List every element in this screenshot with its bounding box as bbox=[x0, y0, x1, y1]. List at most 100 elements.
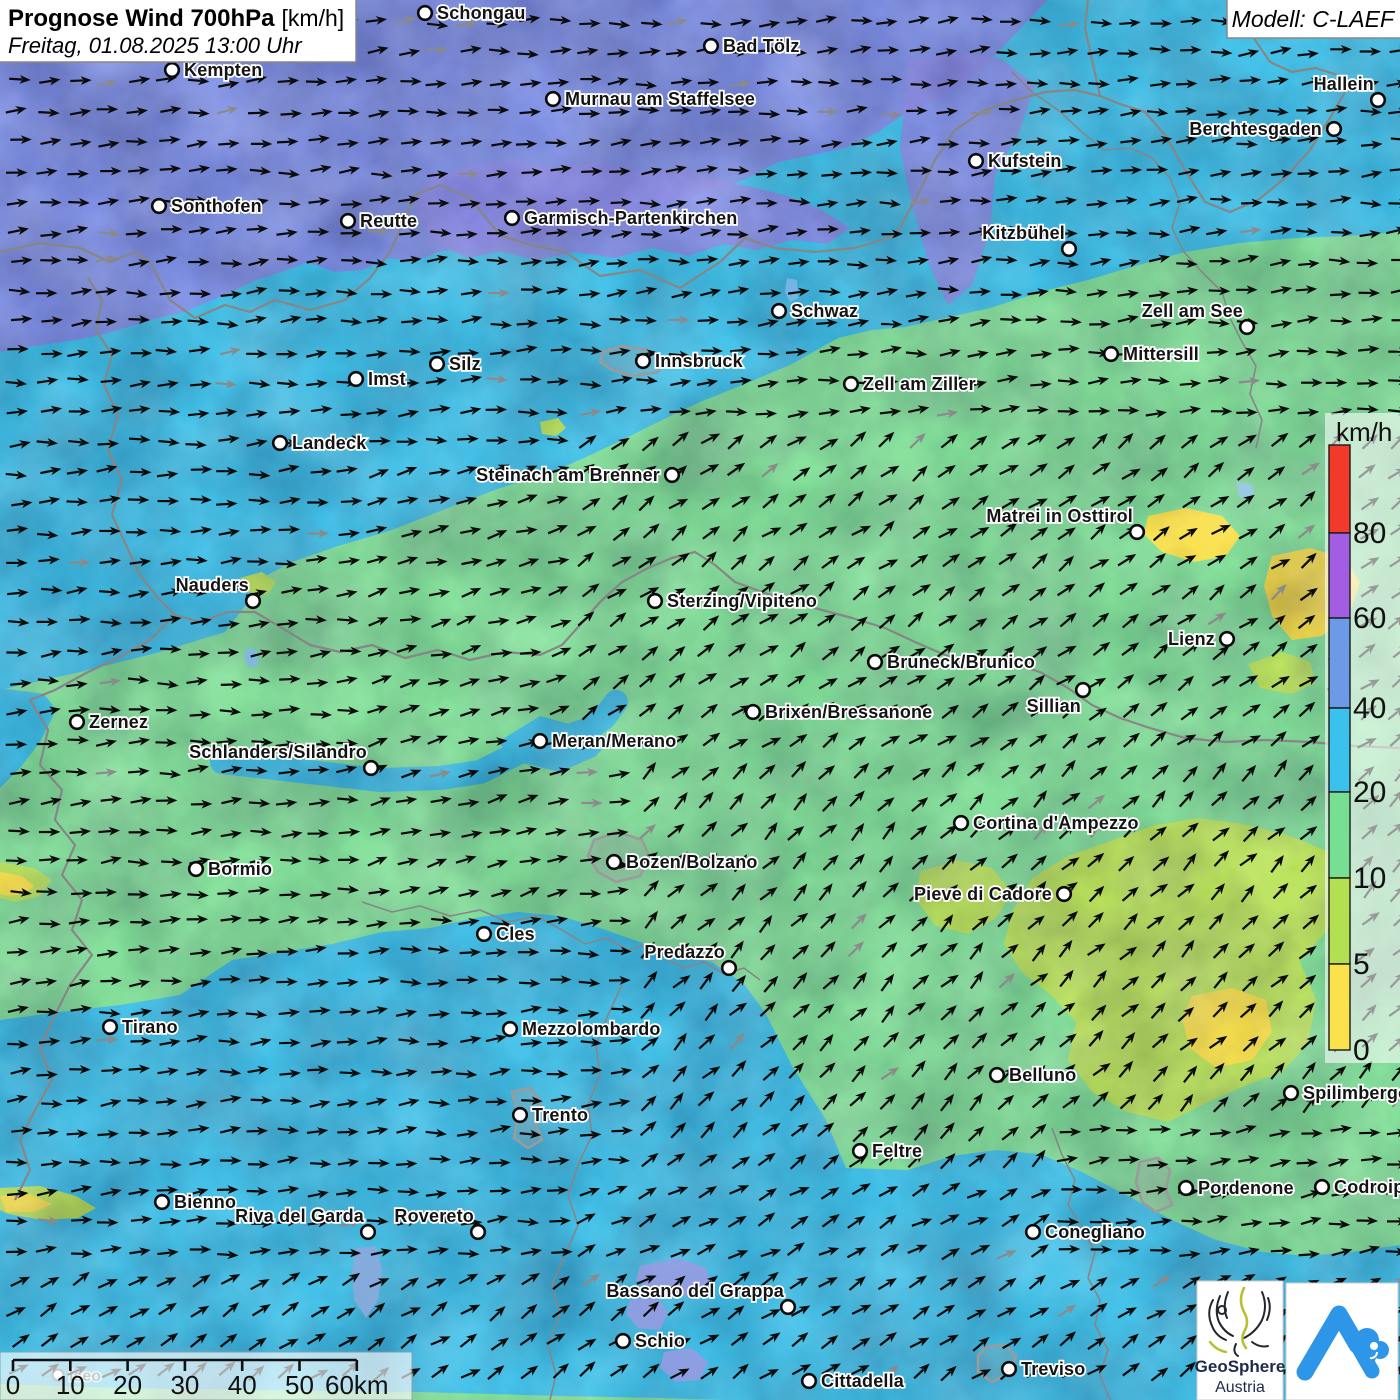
city-marker bbox=[746, 705, 760, 719]
city-marker bbox=[1057, 887, 1071, 901]
legend-segment-40 bbox=[1329, 618, 1350, 708]
city-marker bbox=[772, 304, 786, 318]
city-label: Bienno bbox=[174, 1192, 236, 1212]
city-label: Zernez bbox=[89, 712, 148, 732]
geosphere-wordmark: GeoSphere bbox=[1195, 1357, 1286, 1376]
city-label: Murnau am Staffelsee bbox=[565, 89, 755, 109]
city-label: Lienz bbox=[1168, 629, 1215, 649]
city-label: Steinach am Brenner bbox=[476, 465, 660, 485]
city-marker bbox=[1130, 525, 1144, 539]
city-label: Mezzolombardo bbox=[522, 1019, 661, 1039]
city: Meran/Merano bbox=[533, 731, 676, 751]
legend-unit-label: km/h bbox=[1336, 417, 1392, 447]
city-label: Bad Tölz bbox=[723, 36, 800, 56]
city-label: Conegliano bbox=[1045, 1222, 1145, 1242]
city-marker bbox=[341, 214, 355, 228]
city-label: Bormio bbox=[208, 859, 272, 879]
city-marker bbox=[1220, 632, 1234, 646]
city-marker bbox=[853, 1144, 867, 1158]
city: Bozen/Bolzano bbox=[607, 852, 757, 872]
city: Mezzolombardo bbox=[503, 1019, 660, 1039]
city-marker bbox=[868, 655, 882, 669]
scalebar-label-10: 10 bbox=[56, 1370, 85, 1400]
city-label: Nauders bbox=[176, 575, 249, 595]
city-marker bbox=[1002, 1362, 1016, 1376]
city-marker bbox=[152, 199, 166, 213]
legend-segment-80 bbox=[1329, 445, 1350, 533]
city-marker bbox=[103, 1020, 117, 1034]
city-label: Hallein bbox=[1314, 74, 1374, 94]
legend-tick-40: 40 bbox=[1353, 692, 1386, 725]
scalebar-label-20: 20 bbox=[113, 1370, 142, 1400]
legend-tick-60: 60 bbox=[1353, 602, 1386, 635]
city-label: Treviso bbox=[1021, 1359, 1085, 1379]
city-label: Sillian bbox=[1027, 696, 1081, 716]
scalebar-label-0: 0 bbox=[6, 1370, 20, 1400]
city-marker bbox=[1179, 1181, 1193, 1195]
city-label: Mittersill bbox=[1123, 344, 1199, 364]
legend-tick-0: 0 bbox=[1353, 1034, 1370, 1067]
city-label: Feltre bbox=[872, 1141, 922, 1161]
city-marker bbox=[648, 594, 662, 608]
city-marker bbox=[513, 1108, 527, 1122]
city-marker bbox=[1371, 93, 1385, 107]
city-marker bbox=[665, 468, 679, 482]
page-title: Prognose Wind 700hPa[km/h] bbox=[8, 5, 344, 32]
city-label: Rovereto bbox=[394, 1206, 474, 1226]
city-marker bbox=[704, 39, 718, 53]
city-label: Pieve di Cadore bbox=[914, 884, 1052, 904]
city-label: Brixen/Bressanone bbox=[765, 702, 932, 722]
city: Pieve di Cadore bbox=[914, 884, 1071, 904]
city: Berchtesgaden bbox=[1189, 119, 1340, 139]
city-marker bbox=[533, 734, 547, 748]
city-label: Predazzo bbox=[644, 942, 725, 962]
city-label: Silz bbox=[449, 354, 481, 374]
city-label: Schio bbox=[635, 1331, 685, 1351]
city-marker bbox=[1327, 122, 1341, 136]
model-box: Modell: C-LAEF bbox=[1227, 0, 1400, 38]
city-label: Matrei in Osttirol bbox=[986, 506, 1133, 526]
city-label: Kempten bbox=[184, 60, 262, 80]
city-marker bbox=[349, 372, 363, 386]
city-marker bbox=[722, 961, 736, 975]
city-label: Reutte bbox=[360, 211, 417, 231]
city-marker bbox=[954, 816, 968, 830]
city-label: Pordenone bbox=[1198, 1178, 1294, 1198]
city: Silz bbox=[430, 354, 481, 374]
city-label: Garmisch-Partenkirchen bbox=[524, 208, 737, 228]
city-marker bbox=[503, 1022, 517, 1036]
wind-forecast-map-page: Iseo bbox=[0, 0, 1400, 1400]
city: Imst bbox=[349, 369, 406, 389]
city-label: Bassano del Grappa bbox=[606, 1281, 784, 1301]
city-label: Codroipo bbox=[1334, 1177, 1400, 1197]
city-label: Riva del Garda bbox=[235, 1206, 365, 1226]
scalebar-label-30: 30 bbox=[170, 1370, 199, 1400]
city-marker bbox=[1240, 320, 1254, 334]
legend-segment-10 bbox=[1329, 792, 1350, 878]
city-label: Sterzing/Vipiteno bbox=[667, 591, 817, 611]
city-marker bbox=[1076, 683, 1090, 697]
city-marker bbox=[273, 436, 287, 450]
title-box: Prognose Wind 700hPa[km/h] Freitag, 01.0… bbox=[0, 0, 356, 62]
city-label: Belluno bbox=[1009, 1065, 1076, 1085]
city-label: Spilimbergo bbox=[1303, 1083, 1400, 1103]
title-parameter: Prognose Wind 700hPa bbox=[8, 5, 275, 32]
city-marker bbox=[781, 1300, 795, 1314]
city-label: Kufstein bbox=[988, 151, 1062, 171]
city: Murnau am Staffelsee bbox=[546, 89, 755, 109]
city: Schio bbox=[616, 1331, 685, 1351]
city-label: Tirano bbox=[122, 1017, 178, 1037]
legend-tick-10: 10 bbox=[1353, 862, 1386, 895]
city-marker bbox=[418, 6, 432, 20]
legend-tick-20: 20 bbox=[1353, 776, 1386, 809]
city-label: Cortina d'Ampezzo bbox=[973, 813, 1139, 833]
scale-bar: 0 10 20 30 40 50 60km bbox=[0, 1352, 412, 1400]
legend-segment-5 bbox=[1329, 878, 1350, 964]
city: Sterzing/Vipiteno bbox=[648, 591, 817, 611]
city-marker bbox=[155, 1195, 169, 1209]
scalebar-label-50: 50 bbox=[285, 1370, 314, 1400]
scalebar-label-40: 40 bbox=[228, 1370, 257, 1400]
city: Bruneck/Brunico bbox=[868, 652, 1035, 672]
city-label: Zell am Ziller bbox=[863, 374, 976, 394]
city: Lienz bbox=[1168, 629, 1234, 649]
